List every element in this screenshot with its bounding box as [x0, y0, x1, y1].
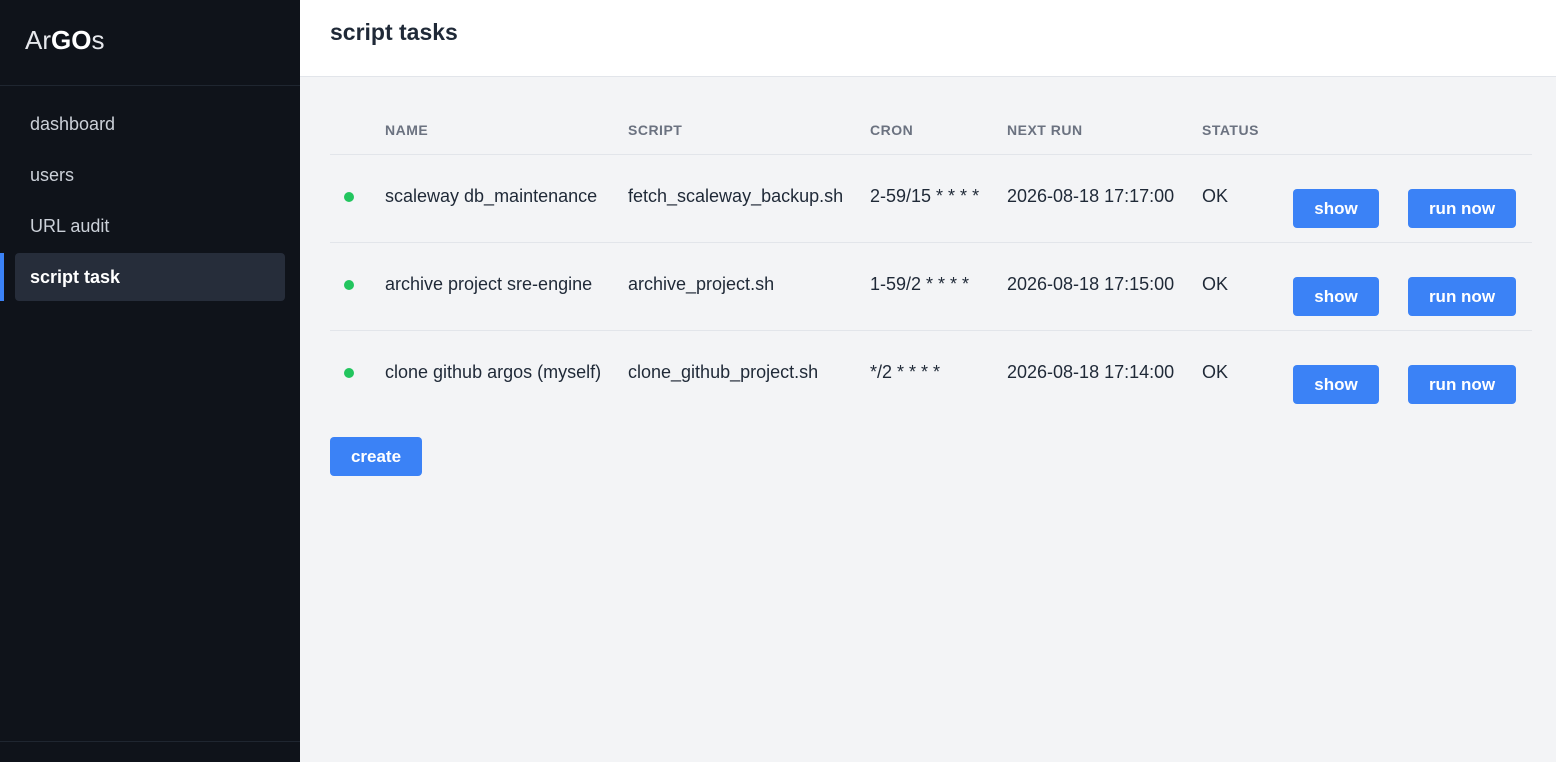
task-cron: */2 * * * *	[870, 361, 941, 382]
sidebar: ArGOs dashboard users URL audit script t…	[0, 0, 300, 762]
run-now-button[interactable]: run now	[1408, 276, 1516, 316]
logo-prefix: Ar	[25, 25, 51, 55]
page-title: script tasks	[330, 19, 458, 45]
show-cell: show	[1292, 154, 1408, 243]
table-row: clone github argos (myself) clone_github…	[330, 330, 1532, 418]
task-script: archive_project.sh	[628, 242, 870, 331]
task-next-run: 2026-08-18 17:15:00	[1007, 242, 1202, 331]
column-header-next-run: NEXT RUN	[1007, 107, 1202, 155]
main-area: script tasks NAME SCRIPT CRON NEXT RUN S…	[300, 0, 1556, 762]
show-cell: show	[1292, 330, 1408, 418]
page-header: script tasks	[300, 0, 1556, 77]
task-status: OK	[1202, 361, 1229, 382]
table-header-row: NAME SCRIPT CRON NEXT RUN STATUS	[330, 107, 1532, 155]
run-now-button[interactable]: run now	[1408, 188, 1516, 228]
show-button[interactable]: show	[1293, 276, 1379, 316]
active-indicator	[0, 253, 4, 301]
status-dot-icon	[344, 191, 354, 202]
task-next-run: 2026-08-18 17:14:00	[1007, 361, 1175, 382]
content: NAME SCRIPT CRON NEXT RUN STATUS scalewa…	[300, 77, 1556, 476]
task-status: OK	[1202, 154, 1292, 243]
task-name: scaleway db_maintenance	[385, 154, 628, 243]
task-name: clone github argos (myself)	[385, 361, 602, 382]
task-cron: 1-59/2 * * * *	[870, 242, 1007, 331]
show-button[interactable]: show	[1293, 188, 1379, 228]
sidebar-item-label: URL audit	[30, 216, 110, 236]
task-cron: 2-59/15 * * * *	[870, 154, 1007, 243]
task-script: clone_github_project.sh	[628, 361, 819, 382]
app-logo[interactable]: ArGOs	[0, 0, 300, 86]
column-header-status: STATUS	[1202, 107, 1292, 155]
run-cell: run now	[1408, 242, 1532, 331]
sidebar-footer-divider	[0, 741, 300, 742]
status-cell	[330, 242, 385, 331]
column-header-cron: CRON	[870, 107, 1007, 155]
column-header-actions	[1292, 107, 1408, 155]
task-name: archive project sre-engine	[385, 242, 628, 331]
run-cell: run now	[1408, 330, 1532, 418]
sidebar-item-dashboard[interactable]: dashboard	[15, 100, 285, 148]
sidebar-item-script-task[interactable]: script task	[0, 253, 285, 301]
task-script: fetch_scaleway_backup.sh	[628, 154, 870, 243]
show-cell: show	[1292, 242, 1408, 331]
task-status: OK	[1202, 242, 1292, 331]
logo-bold: GO	[51, 25, 92, 55]
sidebar-item-label: users	[30, 165, 75, 185]
sidebar-item-url-audit[interactable]: URL audit	[15, 202, 285, 250]
column-header-actions	[1408, 107, 1532, 155]
run-cell: run now	[1408, 154, 1532, 243]
script-tasks-table: NAME SCRIPT CRON NEXT RUN STATUS scalewa…	[330, 107, 1532, 418]
column-header-indicator	[330, 107, 385, 155]
show-button[interactable]: show	[1293, 364, 1379, 404]
sidebar-item-label: dashboard	[30, 114, 116, 134]
table-row: archive project sre-engine archive_proje…	[330, 242, 1532, 331]
table-row: scaleway db_maintenance fetch_scaleway_b…	[330, 154, 1532, 243]
column-header-script: SCRIPT	[628, 107, 870, 155]
logo-suffix: s	[91, 25, 105, 55]
status-dot-icon	[344, 279, 354, 290]
status-cell	[330, 330, 385, 418]
status-dot-icon	[344, 367, 354, 378]
create-button[interactable]: create	[330, 437, 422, 476]
sidebar-item-label: script task	[30, 267, 121, 287]
run-now-button[interactable]: run now	[1408, 364, 1516, 404]
task-next-run: 2026-08-18 17:17:00	[1007, 154, 1202, 243]
sidebar-nav: dashboard users URL audit script task	[0, 86, 300, 301]
sidebar-item-users[interactable]: users	[15, 151, 285, 199]
column-header-name: NAME	[385, 107, 628, 155]
status-cell	[330, 154, 385, 243]
